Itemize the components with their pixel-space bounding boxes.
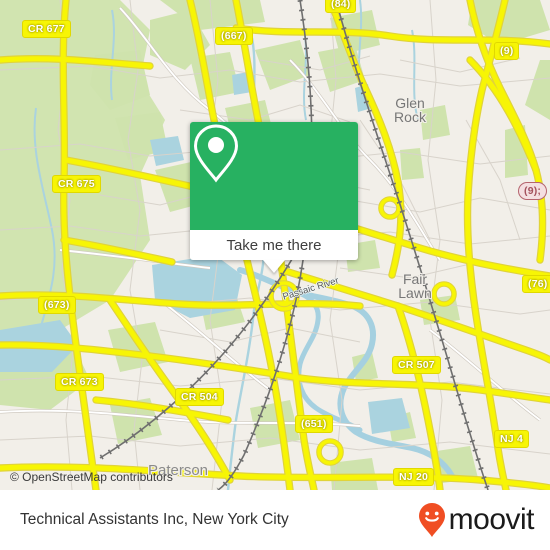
moovit-logo[interactable]: moovit — [417, 502, 535, 538]
location-popup-card[interactable]: Take me there — [190, 122, 358, 273]
road-shield-nj-20: NJ 20 — [393, 468, 435, 486]
road-shield-651: (651) — [295, 415, 333, 433]
moovit-wordmark: moovit — [448, 503, 535, 536]
map-canvas[interactable]: Glen Rock Fair Lawn Paterson Passaic Riv… — [0, 0, 550, 490]
road-shield-cr-504: CR 504 — [175, 388, 224, 406]
footer-bar: Technical Assistants Inc, New York City … — [0, 490, 550, 550]
take-me-there-label: Take me there — [226, 236, 322, 254]
location-title: Technical Assistants Inc, New York City — [20, 511, 289, 528]
popup-header — [190, 122, 358, 230]
road-shield-673: (673) — [38, 296, 76, 314]
location-pin-icon — [193, 124, 239, 183]
map-attribution[interactable]: © OpenStreetMap contributors — [10, 470, 173, 484]
road-shield-76: (76) — [522, 275, 550, 293]
moovit-pin-icon — [418, 503, 445, 537]
popup-pointer — [263, 260, 285, 273]
road-shield-cr-673: CR 673 — [55, 373, 104, 391]
road-shield-nj-4: NJ 4 — [494, 430, 529, 448]
road-shield-cr-675: CR 675 — [52, 175, 101, 193]
road-shield-9: (9) — [494, 42, 520, 60]
road-shield-9-alt: (9); — [518, 182, 548, 200]
take-me-there-button[interactable]: Take me there — [190, 230, 358, 260]
road-shield-84: (84) — [325, 0, 357, 13]
road-shield-cr-507: CR 507 — [392, 356, 441, 374]
road-shield-667: (667) — [215, 27, 253, 45]
road-shield-cr-677: CR 677 — [22, 20, 71, 38]
place-label-glen-rock: Glen Rock — [394, 95, 426, 125]
screenshot-root: Glen Rock Fair Lawn Paterson Passaic Riv… — [0, 0, 550, 550]
place-label-fair-lawn: Fair Lawn — [398, 271, 432, 301]
